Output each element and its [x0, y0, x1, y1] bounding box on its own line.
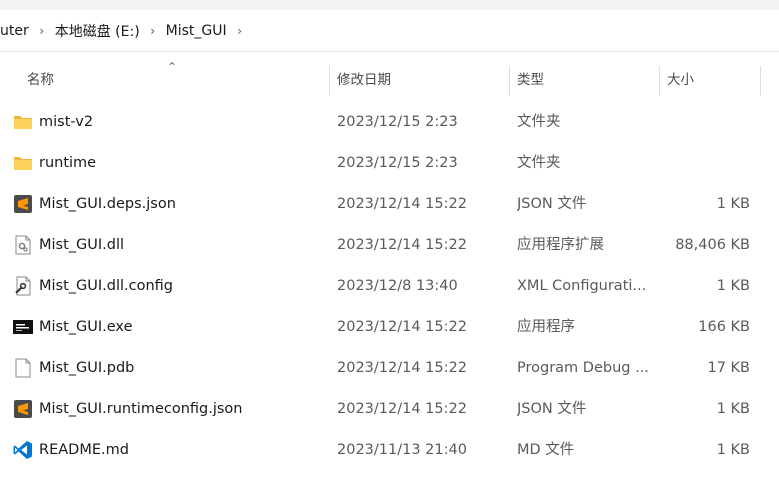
column-header-size[interactable]: 大小 — [667, 62, 694, 98]
file-modified: 2023/12/15 2:23 — [337, 155, 458, 171]
file-row[interactable]: Mist_GUI.dll.config 2023/12/8 13:40 XML … — [0, 266, 779, 307]
column-header-type[interactable]: 类型 — [517, 62, 544, 98]
folder-icon — [14, 116, 32, 129]
sublime-json-icon — [14, 400, 32, 418]
file-modified: 2023/11/13 21:40 — [337, 442, 467, 458]
file-modified: 2023/12/14 15:22 — [337, 196, 467, 212]
file-size: 1 KB — [716, 278, 750, 294]
file-size: 1 KB — [716, 401, 750, 417]
file-name[interactable]: mist-v2 — [39, 102, 319, 143]
file-list: mist-v2 2023/12/15 2:23 文件夹 runtime 2023… — [0, 102, 779, 471]
vscode-md-icon — [13, 441, 32, 459]
file-type: JSON 文件 — [517, 401, 587, 417]
file-modified: 2023/12/14 15:22 — [337, 237, 467, 253]
file-row[interactable]: Mist_GUI.pdb 2023/12/14 15:22 Program De… — [0, 348, 779, 389]
file-name[interactable]: Mist_GUI.dll — [39, 225, 319, 266]
file-size: 166 KB — [698, 319, 750, 335]
file-type: 应用程序 — [517, 319, 575, 335]
file-size: 17 KB — [707, 360, 750, 376]
column-divider[interactable] — [760, 66, 761, 96]
file-modified: 2023/12/15 2:23 — [337, 114, 458, 130]
column-header-modified[interactable]: 修改日期 — [337, 62, 391, 98]
config-file-icon — [15, 276, 31, 296]
file-row[interactable]: runtime 2023/12/15 2:23 文件夹 — [0, 143, 779, 184]
file-name[interactable]: Mist_GUI.exe — [39, 307, 319, 348]
column-header-name[interactable]: 名称 — [27, 62, 54, 98]
sublime-json-icon — [14, 195, 32, 213]
file-type: XML Configurati... — [517, 278, 647, 294]
file-name[interactable]: Mist_GUI.dll.config — [39, 266, 319, 307]
file-type: MD 文件 — [517, 442, 575, 458]
file-type: 文件夹 — [517, 155, 561, 171]
file-size: 1 KB — [716, 442, 750, 458]
file-name[interactable]: Mist_GUI.deps.json — [39, 184, 319, 225]
file-modified: 2023/12/14 15:22 — [337, 319, 467, 335]
file-name[interactable]: Mist_GUI.pdb — [39, 348, 319, 389]
file-row[interactable]: mist-v2 2023/12/15 2:23 文件夹 — [0, 102, 779, 143]
file-type: JSON 文件 — [517, 196, 587, 212]
file-modified: 2023/12/14 15:22 — [337, 401, 467, 417]
file-type: Program Debug ... — [517, 360, 649, 376]
blank-file-icon — [15, 358, 31, 378]
chevron-right-icon[interactable]: › — [229, 24, 251, 38]
chevron-right-icon[interactable]: › — [142, 24, 164, 38]
file-row[interactable]: Mist_GUI.exe 2023/12/14 15:22 应用程序 166 K… — [0, 307, 779, 348]
sort-ascending-icon: ⌃ — [167, 60, 178, 74]
breadcrumb-item-drive[interactable]: 本地磁盘 (E:) — [53, 21, 142, 41]
file-modified: 2023/12/8 13:40 — [337, 278, 458, 294]
column-header: ⌃ 名称 修改日期 类型 大小 — [0, 60, 779, 98]
chevron-right-icon[interactable]: › — [31, 24, 53, 38]
file-size: 88,406 KB — [675, 237, 750, 253]
file-name[interactable]: runtime — [39, 143, 319, 184]
file-name[interactable]: README.md — [39, 430, 319, 471]
file-size: 1 KB — [716, 196, 750, 212]
dll-file-icon — [15, 235, 31, 255]
breadcrumb-item-computer[interactable]: uter — [0, 23, 31, 39]
file-name[interactable]: Mist_GUI.runtimeconfig.json — [39, 389, 319, 430]
file-row[interactable]: Mist_GUI.dll 2023/12/14 15:22 应用程序扩展 88,… — [0, 225, 779, 266]
breadcrumb-item-folder[interactable]: Mist_GUI — [164, 23, 229, 39]
file-row[interactable]: README.md 2023/11/13 21:40 MD 文件 1 KB — [0, 430, 779, 471]
column-divider[interactable] — [509, 66, 510, 96]
exe-file-icon — [13, 320, 33, 334]
file-type: 文件夹 — [517, 114, 561, 130]
folder-icon — [14, 157, 32, 170]
file-row[interactable]: Mist_GUI.deps.json 2023/12/14 15:22 JSON… — [0, 184, 779, 225]
file-row[interactable]: Mist_GUI.runtimeconfig.json 2023/12/14 1… — [0, 389, 779, 430]
file-size — [660, 102, 750, 143]
file-type: 应用程序扩展 — [517, 237, 604, 253]
column-divider[interactable] — [329, 66, 330, 96]
file-modified: 2023/12/14 15:22 — [337, 360, 467, 376]
file-size — [660, 143, 750, 184]
breadcrumb[interactable]: uter › 本地磁盘 (E:) › Mist_GUI › — [0, 10, 779, 52]
column-divider[interactable] — [659, 66, 660, 96]
top-strip — [0, 0, 779, 10]
